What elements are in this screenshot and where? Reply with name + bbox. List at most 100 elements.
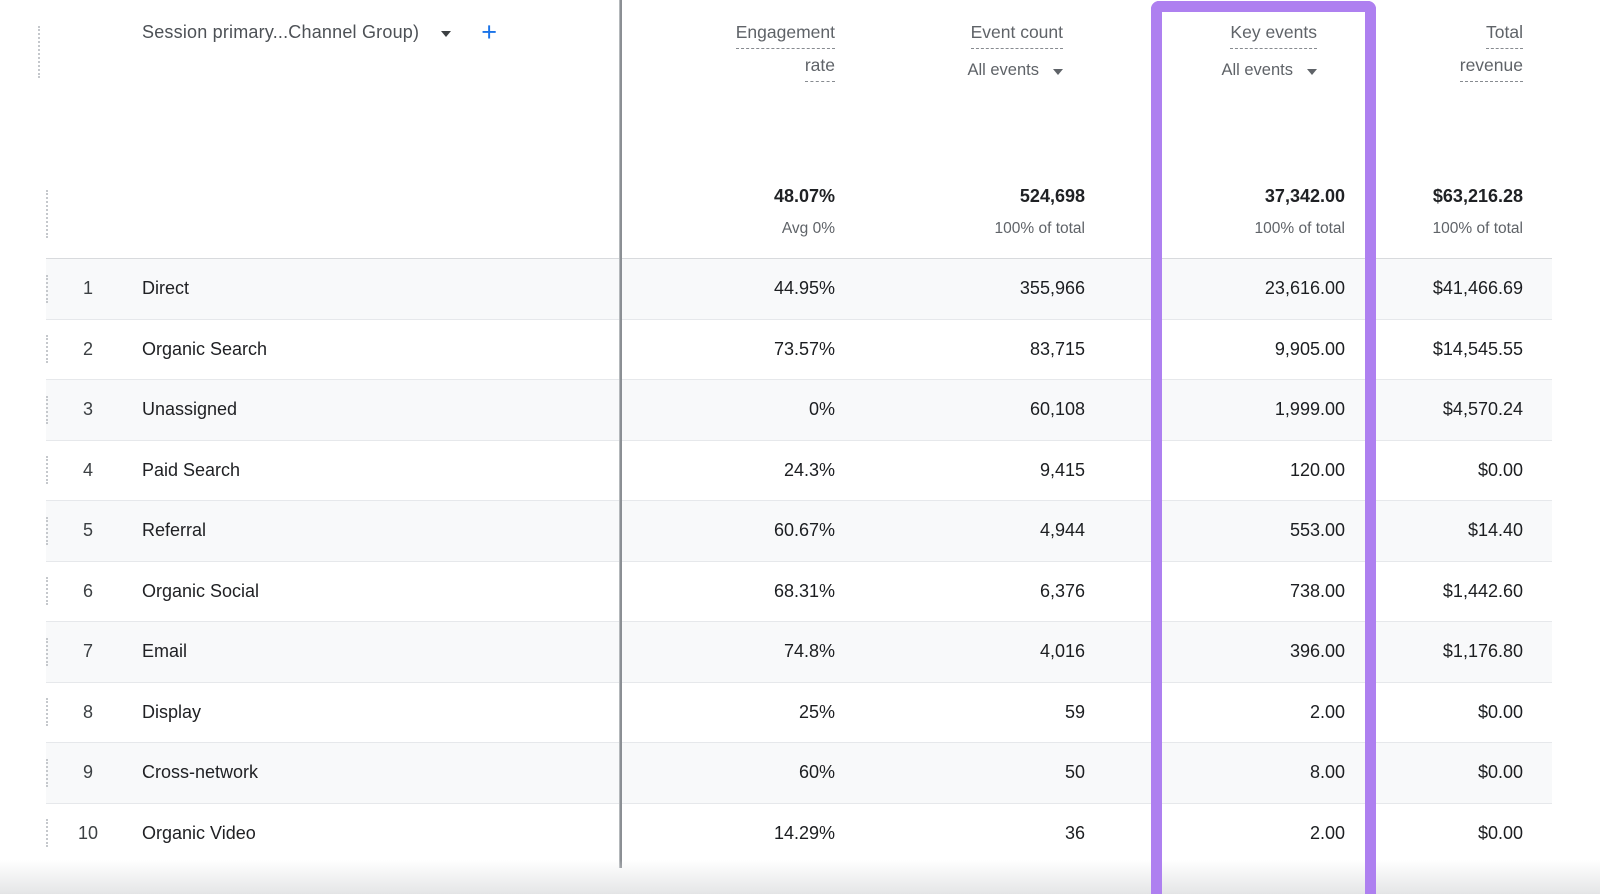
engagement-rate-cell: 73.57% <box>774 320 835 380</box>
row-index: 9 <box>46 743 130 803</box>
table-row: 2 Organic Search 73.57% 83,715 9,905.00 … <box>46 319 1552 380</box>
total-revenue-cell: $0.00 <box>1478 804 1523 864</box>
event-count-cell: 50 <box>1065 743 1085 803</box>
total-revenue-cell: $1,442.60 <box>1443 562 1523 622</box>
engagement-rate-cell: 74.8% <box>784 622 835 682</box>
column-title[interactable]: Total <box>1486 22 1523 49</box>
row-index: 8 <box>46 683 130 743</box>
channel-name: Direct <box>142 259 189 319</box>
table-row: 5 Referral 60.67% 4,944 553.00 $14.40 <box>46 500 1552 561</box>
filter-value[interactable]: All events <box>1221 61 1293 80</box>
column-header-key-events[interactable]: Key events All events <box>1221 22 1317 80</box>
table-row: 9 Cross-network 60% 50 8.00 $0.00 <box>46 742 1552 803</box>
event-count-cell: 9,415 <box>1040 441 1085 501</box>
key-events-cell: 738.00 <box>1290 562 1345 622</box>
totals-total-revenue: $63,216.28 100% of total <box>1433 186 1523 238</box>
engagement-rate-cell: 60% <box>799 743 835 803</box>
total-revenue-cell: $4,570.24 <box>1443 380 1523 440</box>
column-header-engagement-rate[interactable]: Engagement rate <box>736 22 835 88</box>
table-row: 4 Paid Search 24.3% 9,415 120.00 $0.00 <box>46 440 1552 501</box>
engagement-rate-cell: 68.31% <box>774 562 835 622</box>
event-count-cell: 6,376 <box>1040 562 1085 622</box>
add-dimension-button[interactable]: + <box>481 22 497 42</box>
ga4-traffic-acquisition-table: Session primary...Channel Group) + Engag… <box>0 0 1600 894</box>
channel-name: Organic Video <box>142 804 256 864</box>
table-row: 3 Unassigned 0% 60,108 1,999.00 $4,570.2… <box>46 379 1552 440</box>
key-events-cell: 2.00 <box>1310 683 1345 743</box>
total-value: $63,216.28 <box>1433 186 1523 207</box>
total-subtext: 100% of total <box>1255 220 1345 238</box>
dimension-header: Session primary...Channel Group) + <box>142 22 497 43</box>
table-row: 6 Organic Social 68.31% 6,376 738.00 $1,… <box>46 561 1552 622</box>
key-events-cell: 9,905.00 <box>1275 320 1345 380</box>
event-count-cell: 59 <box>1065 683 1085 743</box>
row-index: 7 <box>46 622 130 682</box>
total-revenue-cell: $1,176.80 <box>1443 622 1523 682</box>
column-title[interactable]: rate <box>805 55 835 82</box>
total-value: 48.07% <box>774 186 835 207</box>
totals-key-events: 37,342.00 100% of total <box>1255 186 1345 238</box>
channel-name: Unassigned <box>142 380 237 440</box>
total-revenue-cell: $14,545.55 <box>1433 320 1523 380</box>
column-title[interactable]: revenue <box>1460 55 1523 82</box>
caret-down-icon[interactable] <box>441 31 451 37</box>
channel-name: Email <box>142 622 187 682</box>
engagement-rate-cell: 25% <box>799 683 835 743</box>
channel-name: Organic Social <box>142 562 259 622</box>
column-header-event-count[interactable]: Event count All events <box>967 22 1063 80</box>
caret-down-icon <box>1307 69 1317 75</box>
total-revenue-cell: $41,466.69 <box>1433 259 1523 319</box>
key-events-cell: 120.00 <box>1290 441 1345 501</box>
column-header-total-revenue[interactable]: Total revenue <box>1460 22 1523 88</box>
event-count-cell: 4,944 <box>1040 501 1085 561</box>
key-events-cell: 553.00 <box>1290 501 1345 561</box>
cropped-edge-artifact <box>38 26 40 78</box>
row-index: 3 <box>46 380 130 440</box>
total-value: 524,698 <box>995 186 1085 207</box>
key-events-filter-dropdown[interactable]: All events <box>1221 61 1317 80</box>
engagement-rate-cell: 60.67% <box>774 501 835 561</box>
key-events-cell: 23,616.00 <box>1265 259 1345 319</box>
table-row: 1 Direct 44.95% 355,966 23,616.00 $41,46… <box>46 258 1552 319</box>
total-revenue-cell: $0.00 <box>1478 743 1523 803</box>
key-events-cell: 2.00 <box>1310 804 1345 864</box>
pinned-column-divider <box>619 0 622 868</box>
row-index: 6 <box>46 562 130 622</box>
row-index: 4 <box>46 441 130 501</box>
engagement-rate-cell: 44.95% <box>774 259 835 319</box>
row-index: 10 <box>46 804 130 864</box>
totals-engagement-rate: 48.07% Avg 0% <box>774 186 835 238</box>
engagement-rate-cell: 24.3% <box>784 441 835 501</box>
total-subtext: 100% of total <box>1433 220 1523 238</box>
table-body: 1 Direct 44.95% 355,966 23,616.00 $41,46… <box>46 258 1552 863</box>
event-count-cell: 60,108 <box>1030 380 1085 440</box>
total-revenue-cell: $14.40 <box>1468 501 1523 561</box>
event-count-filter-dropdown[interactable]: All events <box>967 61 1063 80</box>
event-count-cell: 36 <box>1065 804 1085 864</box>
key-events-cell: 1,999.00 <box>1275 380 1345 440</box>
engagement-rate-cell: 14.29% <box>774 804 835 864</box>
channel-name: Referral <box>142 501 206 561</box>
total-revenue-cell: $0.00 <box>1478 683 1523 743</box>
channel-name: Paid Search <box>142 441 240 501</box>
caret-down-icon <box>1053 69 1063 75</box>
dimension-label[interactable]: Session primary...Channel Group) <box>142 22 419 43</box>
channel-name: Organic Search <box>142 320 267 380</box>
column-title[interactable]: Engagement <box>736 22 835 49</box>
engagement-rate-cell: 0% <box>809 380 835 440</box>
table-row: 8 Display 25% 59 2.00 $0.00 <box>46 682 1552 743</box>
total-value: 37,342.00 <box>1255 186 1345 207</box>
table-row: 7 Email 74.8% 4,016 396.00 $1,176.80 <box>46 621 1552 682</box>
row-index: 1 <box>46 259 130 319</box>
column-title[interactable]: Event count <box>971 22 1063 49</box>
row-index: 2 <box>46 320 130 380</box>
screenshot-bottom-fade <box>0 860 1600 894</box>
channel-name: Cross-network <box>142 743 258 803</box>
key-events-cell: 396.00 <box>1290 622 1345 682</box>
cropped-edge-artifact <box>46 190 48 238</box>
total-revenue-cell: $0.00 <box>1478 441 1523 501</box>
event-count-cell: 83,715 <box>1030 320 1085 380</box>
row-index: 5 <box>46 501 130 561</box>
filter-value[interactable]: All events <box>967 61 1039 80</box>
column-title[interactable]: Key events <box>1230 22 1317 49</box>
